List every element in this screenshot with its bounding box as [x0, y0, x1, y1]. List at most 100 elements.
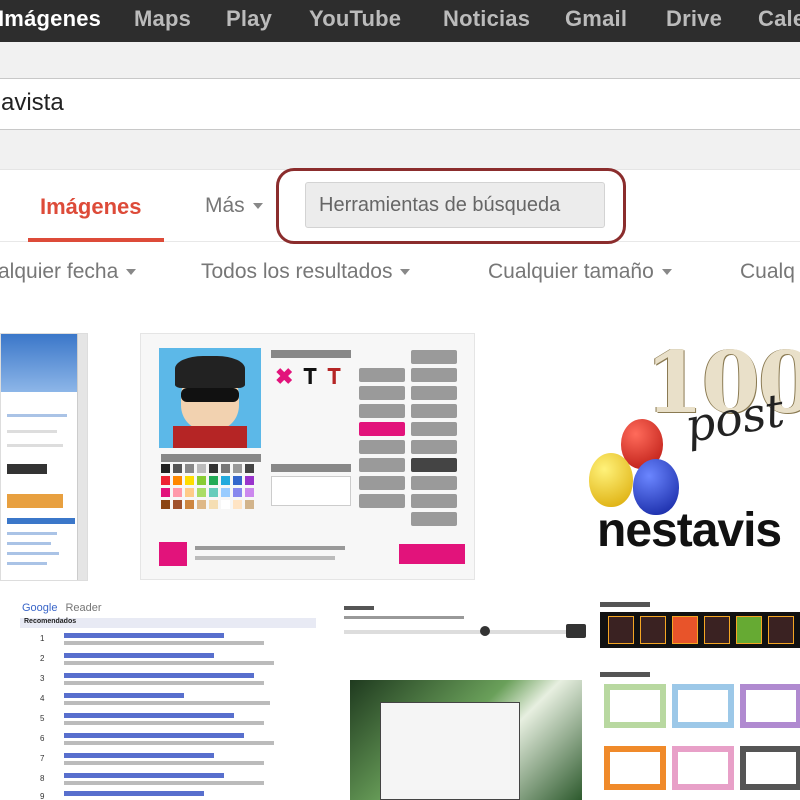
row-number: 1: [40, 634, 45, 643]
image-result-avatar-maker[interactable]: ✖ 𝐓 𝐓: [140, 333, 475, 580]
reader-logo-app: Reader: [65, 602, 102, 614]
frame-thumb: [740, 746, 800, 790]
heart-icon: [672, 616, 698, 644]
text-line: [7, 542, 51, 545]
category-thumb: [768, 616, 794, 644]
row-number: 3: [40, 674, 45, 683]
tools-label: [344, 606, 374, 610]
category-thumb: [608, 616, 634, 644]
avatar: [159, 348, 261, 448]
row-number: 9: [40, 792, 45, 800]
category-thumb: [640, 616, 666, 644]
list-item: 7: [18, 752, 318, 772]
option-button: [411, 368, 457, 382]
text-line: [7, 532, 57, 535]
nav-item-drive[interactable]: Drive: [666, 6, 722, 32]
option-button: [411, 386, 457, 400]
option-button: [359, 368, 405, 382]
search-tools-button[interactable]: Herramientas de búsqueda: [305, 182, 605, 228]
text-line: [7, 518, 75, 524]
list-item: 4: [18, 692, 318, 712]
brand-logo: nestavis: [597, 504, 782, 557]
text-line: [7, 562, 47, 565]
search-query-text: avista: [1, 89, 64, 116]
instructions-text: [195, 546, 345, 550]
nav-item-images[interactable]: Imágenes: [0, 6, 101, 32]
list-item: 6: [18, 732, 318, 752]
search-input[interactable]: avista: [0, 78, 800, 130]
row-number: 4: [40, 694, 45, 703]
list-item: 2: [18, 652, 318, 672]
image-result-reader[interactable]: Google Reader Recomendados 1 2 3 4 5 6 7 …: [18, 600, 318, 800]
filter-color[interactable]: Cualq: [740, 260, 795, 284]
option-button: [411, 422, 457, 436]
nav-item-play[interactable]: Play: [226, 6, 272, 32]
text-line: [7, 494, 63, 508]
list-item: 3: [18, 672, 318, 692]
blog-header-image: [1, 334, 81, 392]
frame-thumb: [604, 746, 666, 790]
tab-images[interactable]: Imágenes: [28, 170, 164, 242]
yellow-balloon-icon: [589, 453, 633, 507]
shirt-icon: 𝐓: [303, 364, 318, 389]
image-result-blog[interactable]: [0, 333, 88, 581]
filter-results[interactable]: Todos los resultados: [201, 260, 411, 284]
option-button: [411, 458, 457, 472]
scrollbar: [77, 334, 87, 580]
text-line: [7, 430, 57, 433]
tab-more-label: Más: [205, 194, 245, 217]
image-result-frames[interactable]: [598, 600, 800, 800]
library-panel-header: [271, 350, 351, 358]
sunglasses-icon: [181, 388, 239, 402]
row-number: 2: [40, 654, 45, 663]
nav-item-maps[interactable]: Maps: [134, 6, 191, 32]
frame-thumb: [740, 684, 800, 728]
active-tab-underline: [28, 238, 164, 242]
category-thumb: [736, 616, 762, 644]
option-button: [411, 512, 457, 526]
option-button: [359, 386, 405, 400]
frame-thumb: [672, 746, 734, 790]
color-panel-header: [161, 454, 261, 462]
edited-screenshot: [350, 680, 582, 800]
row-number: 6: [40, 734, 45, 743]
option-button: [411, 404, 457, 418]
list-item: 8: [18, 772, 318, 792]
option-button: [411, 350, 457, 364]
text-line: [7, 444, 63, 447]
frame-thumb: [672, 684, 734, 728]
option-button-selected: [359, 422, 405, 436]
nav-item-youtube[interactable]: YouTube: [309, 6, 401, 32]
chevron-down-icon: [661, 269, 672, 276]
edit-box: [271, 476, 351, 506]
search-header: avista: [0, 42, 800, 170]
chevron-down-icon: [400, 269, 411, 276]
row-number: 5: [40, 714, 45, 723]
frame-thumb: [604, 684, 666, 728]
shirt-icon: 𝐓: [327, 364, 342, 389]
chevron-down-icon: [252, 203, 263, 210]
list-item: 1: [18, 632, 318, 652]
nav-item-gmail[interactable]: Gmail: [565, 6, 627, 32]
reader-section-header: Recomendados: [20, 618, 316, 628]
nav-item-calendar[interactable]: Cale: [758, 6, 800, 32]
nav-item-news[interactable]: Noticias: [443, 6, 530, 32]
option-button: [411, 494, 457, 508]
rotate-icon: [566, 624, 586, 638]
step-badge: [159, 542, 187, 566]
option-button: [359, 476, 405, 490]
instructions-text: [344, 616, 464, 619]
tab-more[interactable]: Más: [205, 194, 263, 218]
filter-row: alquier fecha Todos los resultados Cualq…: [0, 248, 800, 298]
slider-knob: [480, 626, 490, 636]
filter-date[interactable]: alquier fecha: [0, 260, 137, 284]
screenshot-window: [380, 702, 520, 800]
edit-panel-header: [271, 464, 351, 472]
image-result-1000-posts[interactable]: 1000 post nestavis: [585, 333, 800, 583]
option-button: [411, 440, 457, 454]
filter-size[interactable]: Cualquier tamaño: [488, 260, 672, 284]
filter-date-label: alquier fecha: [0, 260, 119, 283]
image-result-editor[interactable]: [340, 600, 590, 800]
top-nav-bar: Imágenes Maps Play YouTube Noticias Gmai…: [0, 0, 800, 42]
instructions-text: [195, 556, 335, 560]
